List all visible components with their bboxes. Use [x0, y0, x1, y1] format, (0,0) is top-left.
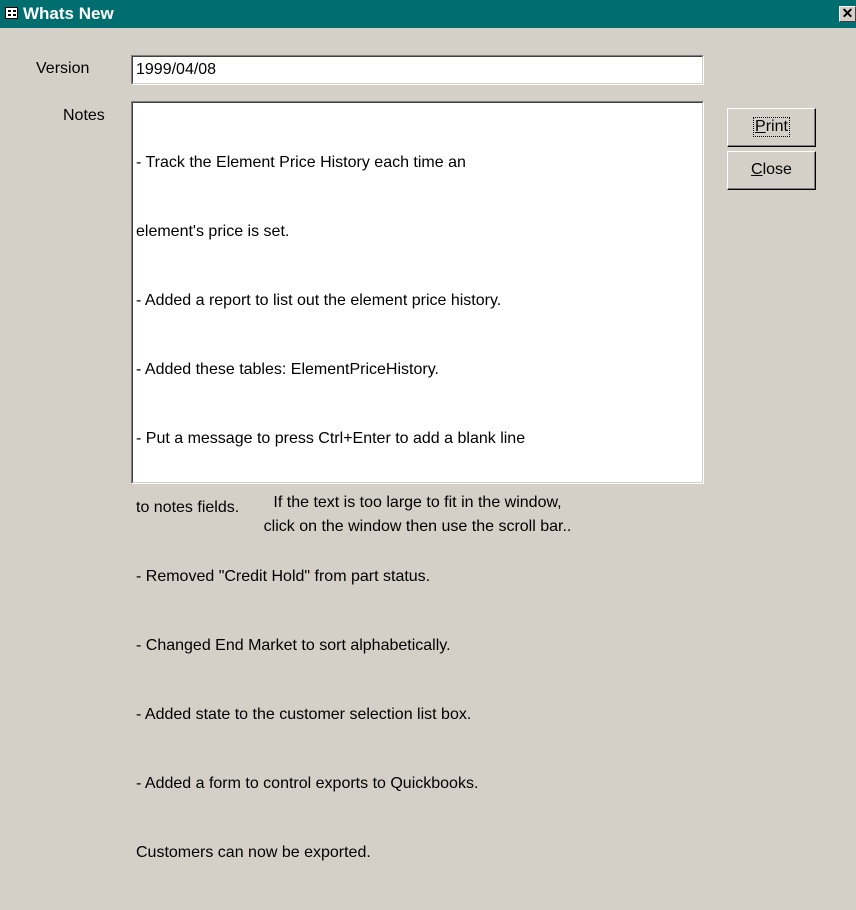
hint-line: If the text is too large to fit in the w… — [273, 494, 562, 511]
close-button-label: Close — [751, 161, 792, 178]
whats-new-window: Whats New ✕ Version 1999/04/08 Notes - T… — [0, 0, 856, 861]
notes-line: - Put a message to press Ctrl+Enter to a… — [136, 430, 526, 447]
print-button[interactable]: Print — [727, 108, 816, 147]
notes-line: Customers can now be exported. — [136, 844, 371, 861]
print-button-label: Print — [753, 117, 790, 137]
notes-line: - Added state to the customer selection … — [136, 706, 472, 723]
notes-line: - Added a form to control exports to Qui… — [136, 775, 479, 792]
version-label: Version — [36, 60, 90, 77]
notes-line: - Added these tables: ElementPriceHistor… — [136, 361, 439, 378]
notes-line: - Track the Element Price History each t… — [136, 154, 466, 171]
scroll-hint: If the text is too large to fit in the w… — [131, 491, 704, 539]
notes-field[interactable]: - Track the Element Price History each t… — [131, 101, 704, 861]
window-title: Whats New — [23, 4, 114, 23]
hint-line: click on the window then use the scroll … — [263, 518, 572, 535]
notes-line: - Removed "Credit Hold" from part status… — [136, 568, 431, 585]
title-bar[interactable]: Whats New ✕ — [0, 0, 856, 28]
notes-label: Notes — [63, 107, 105, 124]
close-icon[interactable]: ✕ — [839, 6, 856, 22]
close-button[interactable]: Close — [727, 151, 816, 190]
notes-line: - Added a report to list out the element… — [136, 292, 502, 309]
version-field[interactable]: 1999/04/08 — [131, 55, 704, 85]
version-value: 1999/04/08 — [136, 61, 217, 78]
notes-line: element's price is set. — [136, 223, 290, 240]
notes-line: - Changed End Market to sort alphabetica… — [136, 637, 451, 654]
form-icon — [5, 7, 18, 19]
